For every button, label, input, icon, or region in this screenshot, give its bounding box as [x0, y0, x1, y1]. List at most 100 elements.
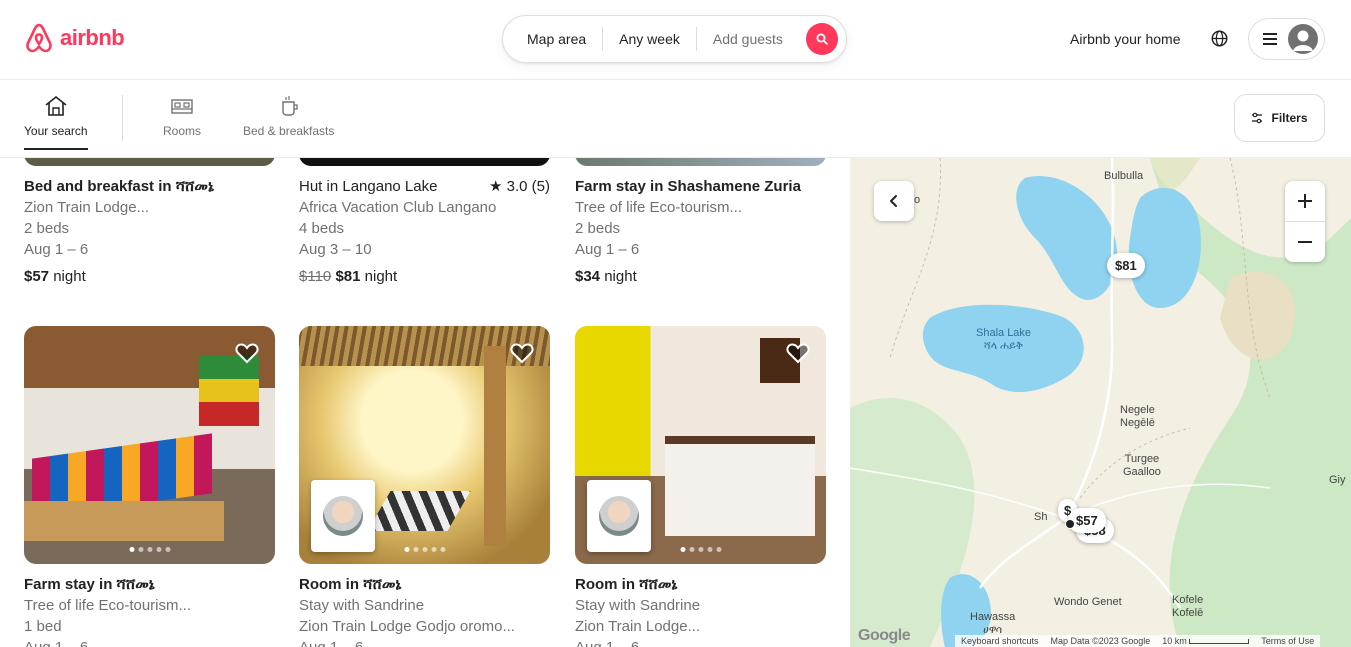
listing-photo[interactable]: [575, 158, 826, 166]
listing-beds: 2 beds: [575, 220, 621, 237]
coffee-cup-icon: [281, 96, 298, 116]
host-avatar-badge: [587, 480, 651, 552]
turgee-alt: Gaalloo: [1123, 466, 1161, 478]
airbnb-logo[interactable]: airbnb: [24, 22, 125, 54]
top-header: airbnb Map area Any week Add guests Airb…: [0, 0, 1351, 80]
map-background: [850, 158, 1351, 647]
rug: [367, 491, 471, 531]
map-label-bulbulla: Bulbulla: [1104, 170, 1144, 182]
search-dates[interactable]: Any week: [603, 31, 696, 47]
listing-title: Hut in Langano Lake: [299, 178, 438, 195]
wishlist-heart-button[interactable]: [235, 342, 259, 369]
map-label-partial: o: [914, 194, 921, 206]
map-label-shala-lake: Shala Lake ሻላ ሐይቅ: [976, 327, 1031, 353]
category-bed-breakfasts[interactable]: Bed & breakfasts: [243, 94, 334, 138]
listing-info: Room in ሻሸመኔ Stay with Sandrine Zion Tra…: [299, 574, 550, 647]
listing-price: $57 night: [24, 266, 275, 287]
listing-photo[interactable]: [24, 158, 275, 166]
heart-icon: [510, 343, 534, 364]
listing-title: Bed and breakfast in ሻሸመኔ: [24, 178, 214, 195]
map-label-hawassa: Hawassa ሀዋሳ: [970, 611, 1015, 637]
listing-photo[interactable]: [24, 326, 275, 564]
zoom-in-button[interactable]: [1285, 182, 1325, 222]
heart-icon: [786, 343, 810, 364]
zoom-out-button[interactable]: [1285, 222, 1325, 262]
filters-button[interactable]: Filters: [1234, 94, 1325, 142]
listing-dates: Aug 1 – 6: [575, 241, 640, 258]
listing-info: Bed and breakfast in ሻሸመኔ Zion Train Lod…: [24, 176, 275, 287]
listing-location: Zion Train Lodge...: [575, 618, 701, 635]
listing-info: Farm stay in ሻሸመኔ Tree of life Eco-touri…: [24, 574, 275, 647]
listing-price: $110 $81 night: [299, 266, 550, 287]
price-unit: night: [53, 268, 86, 285]
listing-subtitle: Stay with Sandrine: [299, 597, 425, 614]
shala-en: Shala Lake: [976, 327, 1032, 339]
search-bar[interactable]: Map area Any week Add guests: [502, 15, 847, 63]
heart-icon: [235, 343, 259, 364]
hawassa-en: Hawassa: [970, 611, 1016, 623]
listing-info: Hut in Langano Lake ★ 3.0 (5) Africa Vaca…: [299, 176, 550, 287]
listing-subtitle: Tree of life Eco-tourism...: [575, 199, 742, 216]
minus-icon: [1298, 240, 1312, 243]
price-unit: night: [364, 268, 398, 285]
listings-panel: Bed and breakfast in ሻሸመኔ Zion Train Lod…: [0, 158, 850, 647]
search-button[interactable]: [806, 23, 838, 55]
listing-title: Farm stay in ሻሸመኔ: [24, 576, 155, 593]
pallet-bed: [24, 501, 224, 541]
search-location[interactable]: Map area: [503, 31, 602, 47]
listing-info: Room in ሻሸመኔ Stay with Sandrine Zion Tra…: [575, 574, 826, 647]
map-label-negele: Negele Negēlē: [1120, 404, 1155, 430]
user-menu-button[interactable]: [1248, 18, 1325, 60]
negele-alt: Negēlē: [1120, 417, 1155, 429]
map-panel[interactable]: Bulbulla o Shala Lake ሻላ ሐይቅ Negele Negēlē…: [850, 158, 1351, 647]
price-value: $57: [24, 268, 50, 285]
map-scale: 10 km: [1162, 636, 1250, 646]
google-logo: Google: [858, 627, 911, 644]
house-icon: [45, 95, 67, 116]
listing-photo[interactable]: [299, 326, 550, 564]
wooden-pole: [484, 346, 506, 546]
listing-beds: 2 beds: [24, 220, 70, 237]
map-label-wondo-genet: Wondo Genet: [1054, 596, 1122, 608]
host-avatar-badge: [311, 480, 375, 552]
listing-rating: ★ 3.0 (5): [489, 178, 550, 195]
listing-subtitle: Zion Train Lodge...: [24, 199, 150, 216]
listing-photo[interactable]: [575, 326, 826, 564]
category-label: Bed & breakfasts: [243, 124, 335, 138]
airbnb-logo-icon: [26, 23, 52, 53]
photo-dots: [129, 547, 170, 552]
listing-subtitle: Africa Vacation Club Langano: [299, 199, 497, 216]
filters-label: Filters: [1271, 111, 1308, 125]
bed-icon: [171, 99, 193, 114]
map-scale-label: 10 km: [1162, 636, 1187, 646]
wishlist-heart-button[interactable]: [786, 342, 810, 369]
wishlist-heart-button[interactable]: [510, 342, 534, 369]
listing-info: Farm stay in Shashamene Zuria Tree of li…: [575, 176, 826, 287]
listing-title: Room in ሻሸመኔ: [299, 576, 402, 593]
sliders-icon: [1252, 112, 1263, 124]
globe-icon: [1211, 30, 1228, 47]
avatar-icon: [1288, 24, 1318, 54]
terms-of-use-link[interactable]: Terms of Use: [1261, 636, 1314, 646]
category-rooms[interactable]: Rooms: [163, 94, 201, 138]
price-pin-81[interactable]: $81: [1107, 253, 1145, 278]
listing-photo[interactable]: [299, 158, 550, 166]
listing-beds: 4 beds: [299, 220, 345, 237]
listing-title: Farm stay in Shashamene Zuria: [575, 178, 801, 195]
listing-price: $34 night: [575, 266, 826, 287]
keyboard-shortcuts-link[interactable]: Keyboard shortcuts: [961, 636, 1039, 646]
listing-subtitle: Tree of life Eco-tourism...: [24, 597, 191, 614]
kofele-en: Kofele: [1172, 594, 1204, 606]
category-label: Rooms: [163, 124, 202, 138]
category-your-search[interactable]: Your search: [24, 94, 88, 150]
collapse-map-button[interactable]: [874, 181, 914, 221]
language-button[interactable]: [1211, 30, 1228, 52]
search-guests[interactable]: Add guests: [697, 31, 799, 47]
listing-dates: Aug 1 – 6: [575, 637, 826, 647]
zoom-controls: [1285, 181, 1325, 262]
listing-dates: Aug 1 – 6: [299, 637, 550, 647]
listing-title: Room in ሻሸመኔ: [575, 576, 678, 593]
airbnb-your-home-link[interactable]: Airbnb your home: [1070, 31, 1181, 47]
price-unit: night: [604, 268, 637, 285]
listing-subtitle: Stay with Sandrine: [575, 597, 701, 614]
